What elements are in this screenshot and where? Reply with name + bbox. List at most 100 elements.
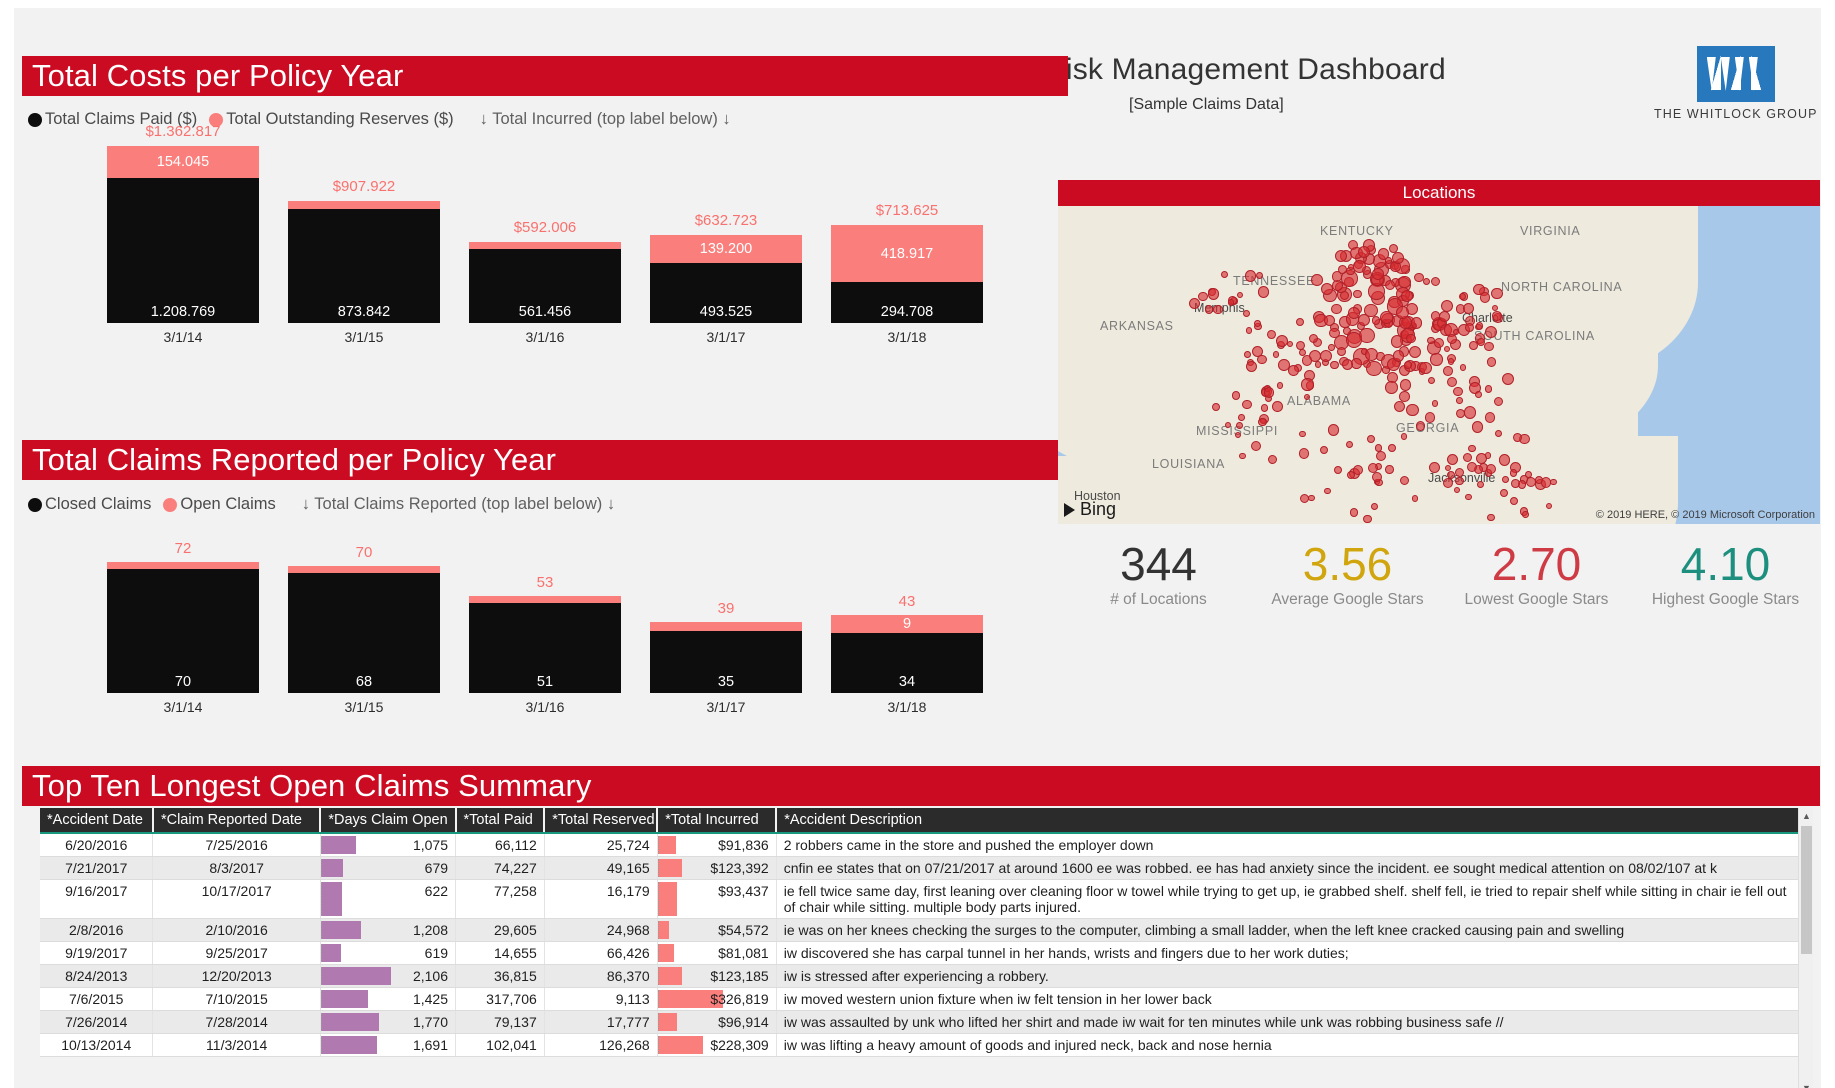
bar-column[interactable]: $713.625 418.917 294.708	[831, 202, 983, 323]
map-location-pin[interactable]	[1207, 288, 1219, 300]
map-location-pin[interactable]	[1475, 322, 1484, 330]
map-location-pin[interactable]	[1422, 277, 1430, 285]
kpi-highest-stars[interactable]: 4.10 Highest Google Stars	[1631, 538, 1820, 609]
table-row[interactable]: 8/24/2013 12/20/2013 2,106 36,815 86,370 $123…	[40, 964, 1803, 988]
map-location-pin[interactable]	[1372, 268, 1385, 280]
map-location-pin[interactable]	[1263, 387, 1275, 398]
map-location-pin[interactable]	[1403, 360, 1412, 369]
table-row[interactable]: 10/13/2014 11/3/2014 1,691 102,041 126,268 $2…	[40, 1033, 1803, 1057]
map-location-pin[interactable]	[1332, 280, 1343, 291]
map-location-pin[interactable]	[1330, 360, 1339, 370]
table-row[interactable]: 9/19/2017 9/25/2017 619 14,655 66,426 $81,081…	[40, 941, 1803, 965]
map-location-pin[interactable]	[1227, 298, 1235, 306]
bar-column[interactable]: 43 9 34	[831, 593, 983, 693]
map-location-pin[interactable]	[1501, 475, 1509, 483]
map-location-pin[interactable]	[1327, 424, 1340, 436]
map-location-pin[interactable]	[1509, 496, 1518, 505]
map-location-pin[interactable]	[1411, 495, 1418, 502]
column-header-total-incurred[interactable]: *Total Incurred	[657, 808, 778, 834]
map-location-pin[interactable]	[1385, 257, 1392, 264]
table-row[interactable]: 7/26/2014 7/28/2014 1,770 79,137 17,777 $96,9…	[40, 1010, 1803, 1034]
map-location-pin[interactable]	[1301, 354, 1313, 366]
map-location-pin[interactable]	[1345, 331, 1363, 348]
map-location-pin[interactable]	[1310, 274, 1323, 287]
map-location-pin[interactable]	[1198, 291, 1208, 302]
map-location-pin[interactable]	[1438, 311, 1450, 323]
map-location-pin[interactable]	[1431, 400, 1438, 407]
map-location-pin[interactable]	[1308, 333, 1318, 343]
map-location-pin[interactable]	[1385, 381, 1398, 394]
column-header-days-claim-open[interactable]: *Days Claim Open	[320, 808, 457, 834]
map-location-pin[interactable]	[1408, 345, 1421, 358]
map-location-pin[interactable]	[1464, 493, 1472, 501]
legend-item-open-claims[interactable]: Open Claims	[163, 495, 276, 514]
map-location-pin[interactable]	[1357, 314, 1370, 326]
map-location-pin[interactable]	[1288, 365, 1299, 376]
map-location-pin[interactable]	[1379, 310, 1393, 324]
column-header-total-reserved[interactable]: *Total Reserved	[544, 808, 659, 834]
map-location-pin[interactable]	[1348, 307, 1360, 319]
scroll-down-arrow-icon[interactable]: ▼	[1799, 1080, 1814, 1088]
map-location-pin[interactable]	[1494, 429, 1502, 437]
map-location-pin[interactable]	[1328, 344, 1335, 351]
map-location-pin[interactable]	[1298, 448, 1310, 459]
map-location-pin[interactable]	[1204, 304, 1214, 314]
map-location-pin[interactable]	[1446, 333, 1457, 344]
map-location-pin[interactable]	[1295, 340, 1305, 350]
map-location-pin[interactable]	[1473, 283, 1485, 296]
map-location-pin[interactable]	[1246, 360, 1258, 372]
map-location-pin[interactable]	[1324, 487, 1331, 495]
map-location-pin[interactable]	[1424, 411, 1436, 423]
map-location-pin[interactable]	[1462, 452, 1472, 462]
map-location-pin[interactable]	[1251, 440, 1262, 451]
map-location-pin[interactable]	[1220, 270, 1228, 279]
table-row[interactable]: 9/16/2017 10/17/2017 622 77,258 16,179 $93,43…	[40, 879, 1803, 919]
map-location-pin[interactable]	[1467, 444, 1476, 453]
map-location-pin[interactable]	[1314, 361, 1322, 368]
map-location-pin[interactable]	[1511, 479, 1520, 488]
map-location-pin[interactable]	[1244, 270, 1256, 282]
map-location-pin[interactable]	[1447, 358, 1455, 365]
scrollbar-thumb[interactable]	[1801, 826, 1812, 954]
kpi-locations[interactable]: 344 # of Locations	[1064, 538, 1253, 609]
map-location-pin[interactable]	[1484, 384, 1493, 393]
map-location-pin[interactable]	[1475, 391, 1483, 398]
map-location-pin[interactable]	[1388, 444, 1396, 453]
map-location-pin[interactable]	[1464, 322, 1474, 332]
map-location-pin[interactable]	[1453, 487, 1460, 494]
map-location-pin[interactable]	[1405, 333, 1416, 344]
map-location-pin[interactable]	[1444, 465, 1451, 472]
map-location-pin[interactable]	[1399, 390, 1410, 402]
map-location-pin[interactable]	[1398, 275, 1411, 289]
map-location-pin[interactable]	[1374, 444, 1382, 452]
map-location-pin[interactable]	[1487, 357, 1497, 367]
map-location-pin[interactable]	[1484, 326, 1497, 338]
map-location-pin[interactable]	[1469, 341, 1479, 350]
map-location-pin[interactable]	[1242, 399, 1252, 409]
map-location-pin[interactable]	[1550, 478, 1557, 486]
map-location-pin[interactable]	[1371, 472, 1382, 483]
map-location-pin[interactable]	[1239, 452, 1246, 459]
bar-column[interactable]: 53 51	[469, 574, 621, 693]
map-location-pin[interactable]	[1392, 350, 1404, 362]
map-location-pin[interactable]	[1456, 397, 1463, 404]
map-location-pin[interactable]	[1483, 341, 1494, 352]
map-location-pin[interactable]	[1260, 403, 1269, 412]
map-location-pin[interactable]	[1400, 432, 1408, 440]
map-canvas[interactable]: KENTUCKY VIRGINIA TENNESSEE NORTH CAROLI…	[1058, 206, 1820, 524]
kpi-average-stars[interactable]: 3.56 Average Google Stars	[1253, 538, 1442, 609]
map-location-pin[interactable]	[1319, 445, 1328, 454]
map-location-pin[interactable]	[1244, 351, 1251, 358]
map-location-pin[interactable]	[1410, 317, 1423, 329]
map-location-pin[interactable]	[1368, 462, 1379, 473]
map-location-pin[interactable]	[1426, 336, 1435, 345]
map-location-pin[interactable]	[1419, 361, 1432, 375]
map-location-pin[interactable]	[1385, 465, 1394, 474]
map-location-pin[interactable]	[1392, 252, 1404, 265]
map-location-pin[interactable]	[1493, 396, 1503, 407]
map-location-pin[interactable]	[1471, 421, 1483, 433]
map-location-pin[interactable]	[1266, 329, 1276, 339]
map-location-pin[interactable]	[1491, 311, 1502, 322]
map-location-pin[interactable]	[1320, 349, 1333, 362]
map-location-pin[interactable]	[1366, 360, 1382, 377]
